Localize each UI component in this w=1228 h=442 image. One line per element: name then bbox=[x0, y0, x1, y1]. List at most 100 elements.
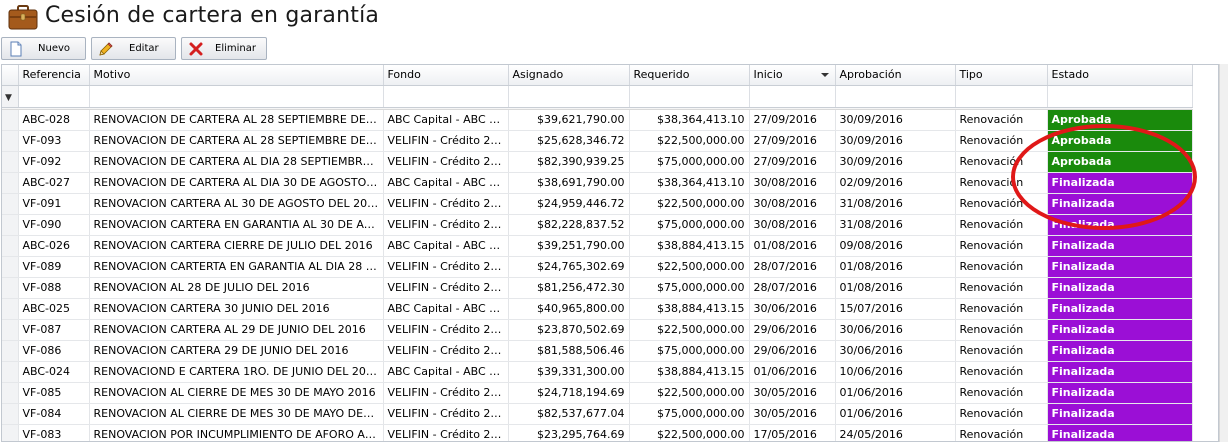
cell-tipo[interactable]: Renovación bbox=[955, 424, 1048, 441]
cell-asignado[interactable]: $24,718,194.69 bbox=[508, 382, 630, 404]
cell-motivo[interactable]: RENOVACION DE CARTERA AL 28 SEPTIEMBRE D… bbox=[89, 109, 384, 131]
cell-tipo[interactable]: Renovación bbox=[955, 277, 1048, 299]
cell-aprobacion[interactable]: 15/07/2016 bbox=[835, 298, 956, 320]
cell-requerido[interactable]: $22,500,000.00 bbox=[629, 319, 750, 341]
cell-fondo[interactable]: VELIFIN - Crédito 2015 bbox=[383, 130, 509, 152]
cell-inicio[interactable]: 27/09/2016 bbox=[749, 109, 836, 131]
row-indicator[interactable] bbox=[2, 277, 19, 299]
cell-aprobacion[interactable]: 24/05/2016 bbox=[835, 424, 956, 441]
cell-fondo[interactable]: VELIFIN - Crédito 2015 bbox=[383, 193, 509, 215]
cell-aprobacion[interactable]: 01/08/2016 bbox=[835, 256, 956, 278]
cell-inicio[interactable]: 30/05/2016 bbox=[749, 403, 836, 425]
cell-inicio[interactable]: 27/09/2016 bbox=[749, 151, 836, 173]
table-row[interactable]: VF-084 RENOVACION AL CIERRE DE MES 30 DE … bbox=[2, 403, 1193, 425]
column-header-referencia[interactable]: Referencia bbox=[18, 65, 90, 86]
row-indicator[interactable] bbox=[2, 361, 19, 383]
status-badge[interactable]: Finalizada bbox=[1047, 319, 1193, 341]
cell-aprobacion[interactable]: 30/09/2016 bbox=[835, 151, 956, 173]
status-badge[interactable]: Finalizada bbox=[1047, 172, 1193, 194]
row-indicator[interactable] bbox=[2, 298, 19, 320]
cell-asignado[interactable]: $82,390,939.25 bbox=[508, 151, 630, 173]
filter-cell-motivo[interactable] bbox=[89, 85, 384, 108]
row-indicator[interactable] bbox=[2, 256, 19, 278]
table-row[interactable]: ABC-024 RENOVACIOND E CARTERA 1RO. DE JUN… bbox=[2, 361, 1193, 383]
status-badge[interactable]: Finalizada bbox=[1047, 424, 1193, 441]
cell-aprobacion[interactable]: 09/08/2016 bbox=[835, 235, 956, 257]
status-badge[interactable]: Aprobada bbox=[1047, 109, 1193, 131]
cell-fondo[interactable]: VELIFIN - Crédito 2011 bbox=[383, 403, 509, 425]
delete-button[interactable]: Eliminar bbox=[181, 37, 267, 60]
cell-fondo[interactable]: VELIFIN - Crédito 2011 bbox=[383, 340, 509, 362]
table-row[interactable]: VF-092 RENOVACION DE CARTERA AL DIA 28 SE… bbox=[2, 151, 1193, 173]
cell-inicio[interactable]: 28/07/2016 bbox=[749, 256, 836, 278]
cell-referencia[interactable]: ABC-025 bbox=[18, 298, 90, 320]
cell-inicio[interactable]: 28/07/2016 bbox=[749, 277, 836, 299]
cell-inicio[interactable]: 30/08/2016 bbox=[749, 172, 836, 194]
cell-motivo[interactable]: RENOVACION CARTERTA EN GARANTIA AL DIA 2… bbox=[89, 256, 384, 278]
cell-inicio[interactable]: 29/06/2016 bbox=[749, 319, 836, 341]
column-header-asignado[interactable]: Asignado bbox=[508, 65, 630, 86]
cell-referencia[interactable]: VF-088 bbox=[18, 277, 90, 299]
cell-tipo[interactable]: Renovación bbox=[955, 340, 1048, 362]
cell-motivo[interactable]: RENOVACION DE CARTERA AL DIA 30 DE AGOST… bbox=[89, 172, 384, 194]
cell-fondo[interactable]: VELIFIN - Crédito 2015 bbox=[383, 319, 509, 341]
cell-motivo[interactable]: RENOVACION DE CARTERA AL DIA 28 SEPTIEMB… bbox=[89, 151, 384, 173]
new-button[interactable]: Nuevo bbox=[1, 37, 86, 60]
status-badge[interactable]: Finalizada bbox=[1047, 214, 1193, 236]
cell-inicio[interactable]: 29/06/2016 bbox=[749, 340, 836, 362]
filter-cell-asignado[interactable] bbox=[508, 85, 630, 108]
cell-tipo[interactable]: Renovación bbox=[955, 235, 1048, 257]
cell-tipo[interactable]: Renovación bbox=[955, 403, 1048, 425]
table-row[interactable]: VF-087 RENOVACION CARTERA AL 29 DE JUNIO … bbox=[2, 319, 1193, 341]
cell-inicio[interactable]: 27/09/2016 bbox=[749, 130, 836, 152]
table-row[interactable]: ABC-025 RENOVACION CARTERA 30 JUNIO DEL 2… bbox=[2, 298, 1193, 320]
cell-requerido[interactable]: $38,364,413.10 bbox=[629, 109, 750, 131]
cell-asignado[interactable]: $38,691,790.00 bbox=[508, 172, 630, 194]
cell-motivo[interactable]: RENOVACION CARTERA AL 29 DE JUNIO DEL 20… bbox=[89, 319, 384, 341]
cell-fondo[interactable]: ABC Capital - ABC Ca... bbox=[383, 172, 509, 194]
row-indicator[interactable] bbox=[2, 151, 19, 173]
table-row[interactable]: VF-093 RENOVACION DE CARTERA AL 28 SEPTIE… bbox=[2, 130, 1193, 152]
cell-inicio[interactable]: 01/08/2016 bbox=[749, 235, 836, 257]
cell-asignado[interactable]: $24,765,302.69 bbox=[508, 256, 630, 278]
table-row[interactable]: VF-089 RENOVACION CARTERTA EN GARANTIA AL… bbox=[2, 256, 1193, 278]
table-row[interactable]: VF-083 RENOVACION POR INCUMPLIMIENTO DE A… bbox=[2, 424, 1193, 441]
cell-aprobacion[interactable]: 30/09/2016 bbox=[835, 109, 956, 131]
cell-inicio[interactable]: 17/05/2016 bbox=[749, 424, 836, 441]
data-grid[interactable]: Referencia Motivo Fondo Asignado Requeri… bbox=[1, 64, 1219, 442]
cell-fondo[interactable]: VELIFIN - Crédito 2011 bbox=[383, 214, 509, 236]
cell-aprobacion[interactable]: 31/08/2016 bbox=[835, 214, 956, 236]
row-indicator[interactable] bbox=[2, 382, 19, 404]
cell-tipo[interactable]: Renovación bbox=[955, 214, 1048, 236]
cell-referencia[interactable]: VF-086 bbox=[18, 340, 90, 362]
cell-referencia[interactable]: ABC-026 bbox=[18, 235, 90, 257]
cell-tipo[interactable]: Renovación bbox=[955, 130, 1048, 152]
cell-inicio[interactable]: 30/08/2016 bbox=[749, 193, 836, 215]
cell-requerido[interactable]: $38,884,413.15 bbox=[629, 235, 750, 257]
cell-referencia[interactable]: ABC-024 bbox=[18, 361, 90, 383]
cell-aprobacion[interactable]: 01/08/2016 bbox=[835, 277, 956, 299]
cell-fondo[interactable]: VELIFIN - Crédito 2011 bbox=[383, 277, 509, 299]
cell-asignado[interactable]: $39,621,790.00 bbox=[508, 109, 630, 131]
cell-aprobacion[interactable]: 01/06/2016 bbox=[835, 403, 956, 425]
cell-tipo[interactable]: Renovación bbox=[955, 256, 1048, 278]
cell-asignado[interactable]: $81,588,506.46 bbox=[508, 340, 630, 362]
cell-fondo[interactable]: ABC Capital - ABC Ca... bbox=[383, 298, 509, 320]
cell-asignado[interactable]: $25,628,346.72 bbox=[508, 130, 630, 152]
cell-aprobacion[interactable]: 30/06/2016 bbox=[835, 319, 956, 341]
cell-referencia[interactable]: VF-087 bbox=[18, 319, 90, 341]
status-badge[interactable]: Finalizada bbox=[1047, 193, 1193, 215]
cell-requerido[interactable]: $38,884,413.15 bbox=[629, 361, 750, 383]
status-badge[interactable]: Finalizada bbox=[1047, 277, 1193, 299]
column-header-estado[interactable]: Estado bbox=[1047, 65, 1193, 86]
cell-tipo[interactable]: Renovación bbox=[955, 172, 1048, 194]
vertical-scrollbar[interactable] bbox=[1219, 64, 1228, 442]
cell-inicio[interactable]: 30/06/2016 bbox=[749, 298, 836, 320]
filter-cell-tipo[interactable] bbox=[955, 85, 1048, 108]
cell-fondo[interactable]: ABC Capital - ABC Ca... bbox=[383, 361, 509, 383]
cell-referencia[interactable]: VF-083 bbox=[18, 424, 90, 441]
cell-fondo[interactable]: VELIFIN - Crédito 2015 bbox=[383, 382, 509, 404]
cell-referencia[interactable]: ABC-027 bbox=[18, 172, 90, 194]
filter-cell-requerido[interactable] bbox=[629, 85, 750, 108]
cell-referencia[interactable]: VF-092 bbox=[18, 151, 90, 173]
